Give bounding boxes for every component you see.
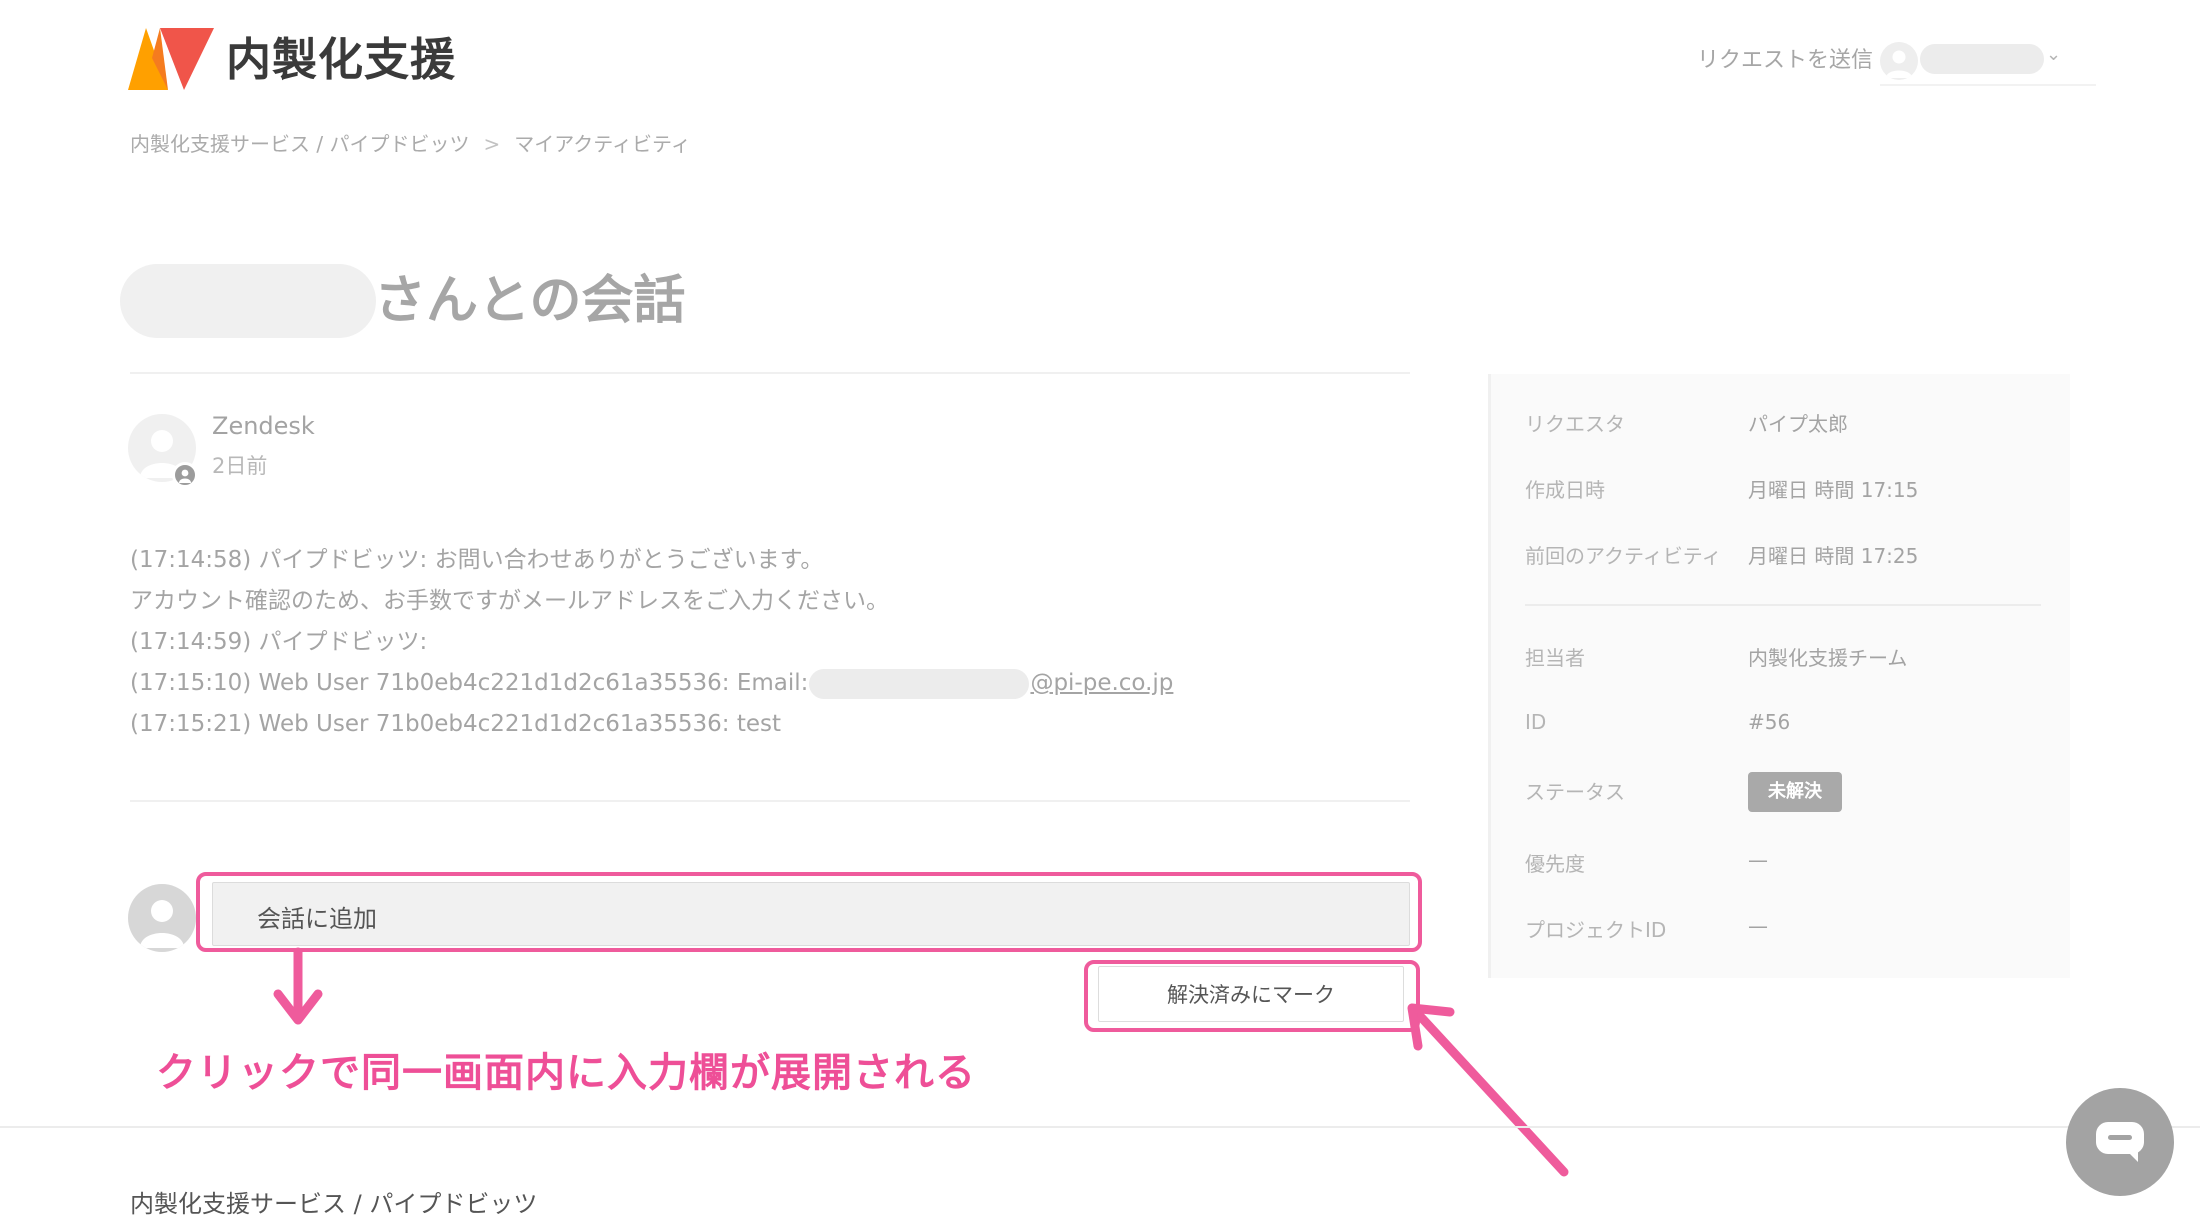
- page-title: さんとの会話: [374, 271, 686, 331]
- breadcrumb: 内製化支援サービス / パイプドビッツ > マイアクティビティ: [130, 128, 691, 157]
- comment-time: 2日前: [212, 454, 268, 478]
- sidebar-divider: [1525, 604, 2041, 606]
- email-link[interactable]: @pi-pe.co.jp: [1030, 670, 1173, 696]
- chat-widget-button[interactable]: [2066, 1088, 2174, 1196]
- status-label: ステータス: [1525, 780, 1625, 804]
- priority-value: —: [1748, 848, 1768, 872]
- project-id-label: プロジェクトID: [1525, 918, 1667, 942]
- user-name-redacted: [1920, 44, 2044, 74]
- requester-label: リクエスタ: [1525, 412, 1625, 436]
- assignee-label: 担当者: [1525, 646, 1585, 670]
- down-arrow-icon: [273, 947, 323, 1025]
- current-user-avatar-icon: [128, 884, 196, 952]
- project-id-value: —: [1748, 914, 1768, 938]
- id-label: ID: [1525, 710, 1547, 734]
- agent-badge-icon: [172, 462, 198, 488]
- breadcrumb-separator: >: [483, 132, 501, 156]
- footer-divider: [0, 1126, 2200, 1128]
- comment-line: (17:14:59) パイプドビッツ:: [130, 629, 428, 655]
- comment-line-email-prefix: (17:15:10) Web User 71b0eb4c221d1d2c61a3…: [130, 670, 809, 696]
- comment-line: (17:14:58) パイプドビッツ: お問い合わせありがとうございます。: [130, 547, 824, 573]
- user-menu[interactable]: ⌄: [1880, 40, 2066, 80]
- priority-label: 優先度: [1525, 852, 1585, 876]
- annotation-text: クリックで同一画面内に入力欄が展開される: [156, 1050, 976, 1096]
- breadcrumb-home-link[interactable]: 内製化支援サービス / パイプドビッツ: [130, 132, 469, 156]
- last-activity-label: 前回のアクティビティ: [1525, 544, 1722, 568]
- id-value: #56: [1748, 710, 1791, 734]
- footer-link[interactable]: 内製化支援サービス / パイプドビッツ: [130, 1184, 537, 1219]
- requester-name-redacted: [120, 264, 376, 338]
- comment-line: (17:15:21) Web User 71b0eb4c221d1d2c61a3…: [130, 711, 782, 737]
- breadcrumb-current-link[interactable]: マイアクティビティ: [514, 132, 691, 156]
- mark-solved-button[interactable]: 解決済みにマーク: [1098, 966, 1404, 1022]
- assignee-value: 内製化支援チーム: [1748, 646, 1908, 670]
- created-label: 作成日時: [1525, 478, 1605, 502]
- chevron-down-icon[interactable]: ⌄: [2046, 44, 2061, 65]
- add-comment-field[interactable]: 会話に追加: [212, 882, 1410, 946]
- request-details-sidebar: リクエスタ パイプ太郎 作成日時 月曜日 時間 17:15 前回のアクティビティ…: [1488, 374, 2070, 978]
- comment-line-email: (17:15:10) Web User 71b0eb4c221d1d2c61a3…: [130, 663, 1173, 704]
- status-badge: 未解決: [1748, 772, 1842, 812]
- created-value: 月曜日 時間 17:15: [1748, 478, 1919, 502]
- user-menu-underline: [1880, 84, 2096, 86]
- add-comment-label: 会話に追加: [257, 905, 377, 933]
- chat-icon: [2096, 1122, 2144, 1162]
- brand-title[interactable]: 内製化支援: [226, 28, 456, 92]
- title-divider: [130, 372, 1410, 374]
- last-activity-value: 月曜日 時間 17:25: [1748, 544, 1919, 568]
- comment-author: Zendesk: [212, 412, 315, 440]
- comment-divider: [130, 800, 1410, 802]
- comment-line: アカウント確認のため、お手数ですがメールアドレスをご入力ください。: [130, 588, 889, 614]
- user-avatar-icon[interactable]: [1880, 42, 1918, 80]
- comment-body: (17:14:58) パイプドビッツ: お問い合わせありがとうございます。 アカ…: [130, 540, 1173, 745]
- brand-logo-icon[interactable]: [124, 28, 216, 92]
- submit-request-link[interactable]: リクエストを送信: [1697, 42, 1873, 74]
- requester-value: パイプ太郎: [1748, 412, 1848, 436]
- diagonal-arrow-icon: [1407, 1003, 1569, 1177]
- email-redacted: [809, 668, 1030, 699]
